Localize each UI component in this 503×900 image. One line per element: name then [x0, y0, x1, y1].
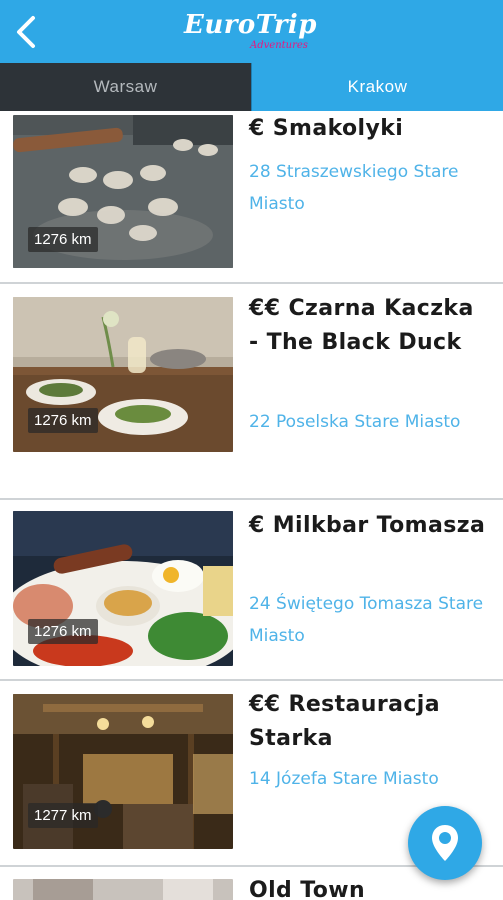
distance-badge: 1276 km [28, 408, 98, 433]
restaurant-name: € Milkbar Tomasza [249, 513, 486, 538]
restaurant-address[interactable]: 28 Straszewskiego Stare Miasto [249, 156, 494, 220]
app-bar: EuroTrip Adventures [0, 0, 503, 63]
app-logo: EuroTrip Adventures [178, 4, 328, 58]
distance-badge: 1276 km [28, 619, 98, 644]
arrow-left-icon [17, 16, 35, 48]
restaurant-card[interactable]: 1276 km €€ Czarna Kaczka - The Black Duc… [0, 286, 503, 500]
back-button[interactable] [6, 12, 46, 52]
logo-subtitle: Adventures [250, 40, 308, 51]
restaurant-address[interactable]: 22 Poselska Stare Miasto [249, 406, 494, 438]
restaurant-name: € Smakolyki [249, 116, 404, 141]
restaurant-address[interactable]: 14 Józefa Stare Miasto [249, 763, 494, 795]
logo-title: EuroTrip [184, 10, 317, 40]
distance-badge: 1276 km [28, 227, 98, 252]
restaurant-card[interactable]: 1276 km € Milkbar Tomasza 24 Świętego To… [0, 502, 503, 681]
restaurant-list[interactable]: 1276 km € Smakolyki 28 Straszewskiego St… [0, 111, 503, 900]
restaurant-photo [13, 879, 233, 900]
map-fab-button[interactable] [408, 806, 482, 880]
city-tabs: Warsaw Krakow [0, 63, 503, 111]
tab-krakow[interactable]: Krakow [251, 63, 503, 111]
distance-badge: 1277 km [28, 803, 98, 828]
tab-warsaw[interactable]: Warsaw [0, 63, 251, 111]
location-pin-icon [432, 825, 458, 861]
restaurant-name: €€ Czarna Kaczka - The Black Duck [249, 296, 474, 355]
restaurant-name: €€ Restauracja Starka [249, 692, 440, 751]
restaurant-address[interactable]: 24 Świętego Tomasza Stare Miasto [249, 588, 494, 652]
restaurant-card[interactable]: 1276 km € Smakolyki 28 Straszewskiego St… [0, 111, 503, 284]
